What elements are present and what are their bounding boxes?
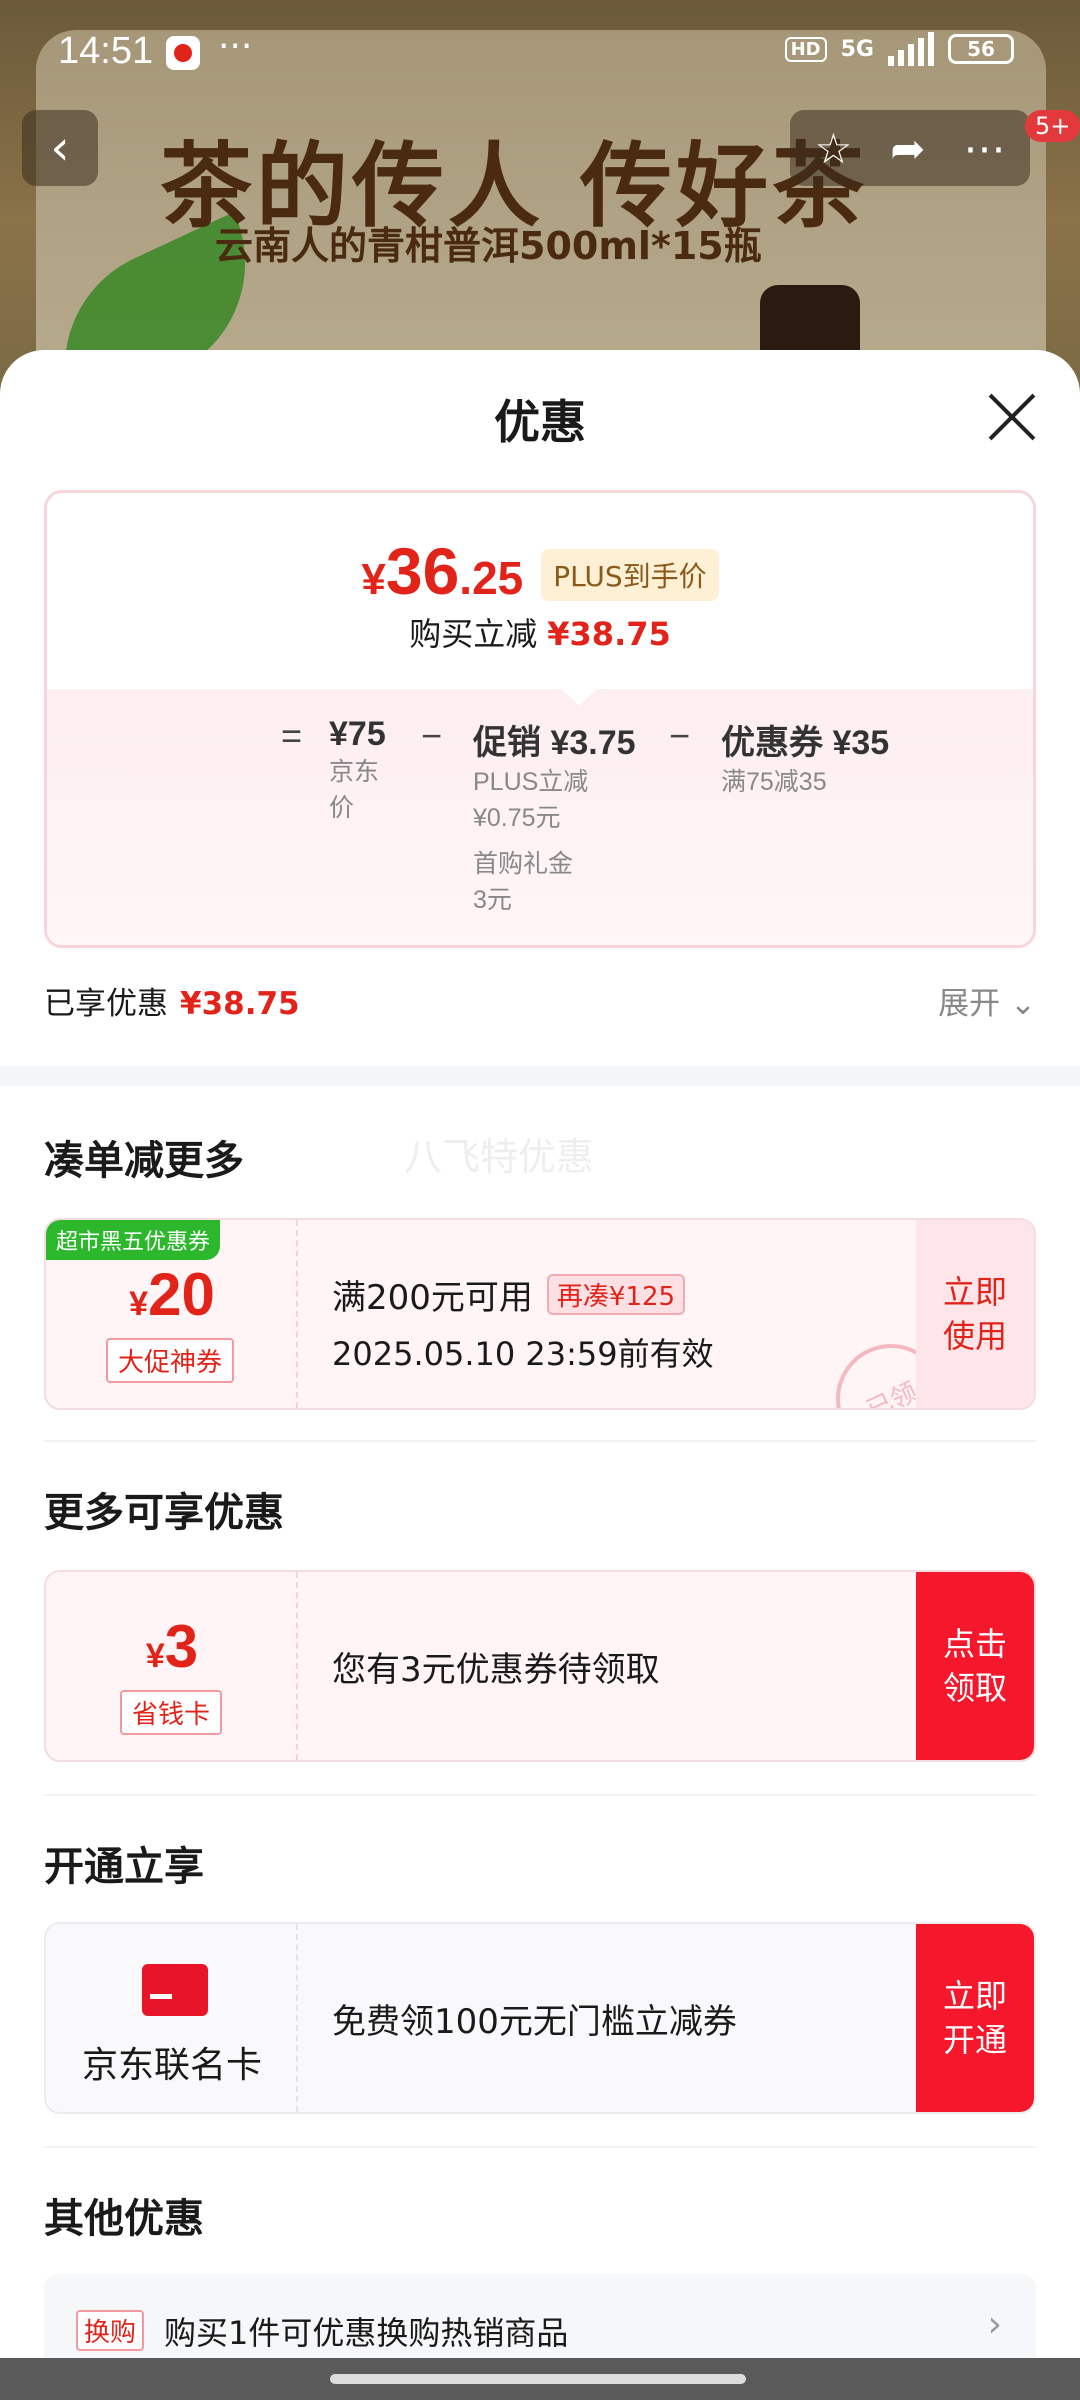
- jd-price-column: ¥75 京东 价: [329, 715, 386, 822]
- coupon-amount: ¥20: [129, 1261, 215, 1328]
- card-offer-text: 免费领100元无门槛立减券: [332, 2002, 737, 2042]
- sheet-title: 优惠: [494, 395, 586, 449]
- hd-icon: HD: [784, 36, 827, 62]
- enjoyed-discount: 已享优惠 ¥38.75: [44, 986, 300, 1022]
- add-more-tag: 再凑¥125: [546, 1274, 686, 1315]
- coupon-type-tag: 大促神券: [106, 1338, 235, 1383]
- exchange-tag: 换购: [76, 2310, 145, 2351]
- close-icon[interactable]: [986, 392, 1036, 442]
- final-price: ¥36.25: [361, 534, 524, 608]
- minus-sign: −: [669, 715, 691, 756]
- home-indicator-bar: [0, 2358, 1080, 2400]
- cobrand-card-offer[interactable]: 京东联名卡 免费领100元无门槛立减券 立即 开通: [44, 1922, 1036, 2114]
- instant-reduce: 购买立减 ¥38.75: [409, 615, 671, 653]
- favorite-star-icon[interactable]: ☆: [815, 124, 853, 173]
- status-time: 14:51: [58, 30, 154, 72]
- section-title-open: 开通立享: [44, 1844, 204, 1890]
- coupon-text: 您有3元优惠券待领取: [332, 1650, 660, 1690]
- coupon-column: 优惠券 ¥35 满75减35: [721, 724, 890, 796]
- app-notification-icon: [166, 36, 200, 70]
- exchange-text: 购买1件可优惠换购热销商品: [164, 2314, 569, 2352]
- network-label: 5G: [840, 36, 874, 62]
- coupon-amount: ¥3: [145, 1613, 199, 1680]
- more-menu-icon[interactable]: ⋯: [963, 124, 1005, 173]
- nav-actions: ☆ ➦ ⋯: [790, 110, 1030, 186]
- promo-column: 促销 ¥3.75 PLUS立减 ¥0.75元 首购礼金 3元: [473, 724, 636, 914]
- divider-line: [44, 2146, 1036, 2148]
- battery-icon: 56: [948, 34, 1014, 64]
- section-title-more: 更多可享优惠: [44, 1490, 284, 1536]
- back-button[interactable]: ‹: [22, 110, 98, 186]
- section-divider: [0, 1066, 1080, 1086]
- equals-sign: =: [281, 715, 303, 756]
- back-arrow-icon: ‹: [50, 120, 70, 176]
- coupon-type-tag: 省钱卡: [120, 1690, 223, 1735]
- divider-line: [44, 1794, 1036, 1796]
- section-title-other: 其他优惠: [44, 2196, 204, 2242]
- credit-card-icon: [142, 1964, 208, 2016]
- status-right: HD 5G 56: [784, 32, 1014, 66]
- divider-line: [44, 1440, 1036, 1442]
- use-now-button[interactable]: 立即 使用: [916, 1220, 1034, 1408]
- section-title-combine: 凑单减更多: [44, 1138, 244, 1184]
- coupon-card-20[interactable]: ¥20 大促神券 超市黑五优惠券 满200元可用 再凑¥125 2025.05.1…: [44, 1218, 1036, 1410]
- chevron-right-icon: ›: [987, 2304, 1002, 2345]
- message-badge: 5+: [1025, 110, 1080, 142]
- coupon-corner-label: 超市黑五优惠券: [46, 1220, 221, 1260]
- minus-sign: −: [421, 715, 443, 756]
- claim-button[interactable]: 点击 领取: [916, 1572, 1034, 1760]
- share-icon[interactable]: ➦: [890, 124, 925, 173]
- coupon-card-3[interactable]: ¥3 省钱卡 您有3元优惠券待领取 点击 领取: [44, 1570, 1036, 1762]
- open-card-button[interactable]: 立即 开通: [916, 1924, 1034, 2112]
- card-name: 京东联名卡: [81, 2045, 262, 2086]
- signal-icon: [888, 32, 934, 66]
- discount-sheet: 优惠 ¥36.25 PLUS到手价 购买立减 ¥38.75 = ¥75 京东 价 …: [0, 350, 1080, 2400]
- plus-price-tag: PLUS到手价: [541, 549, 719, 601]
- status-bar: 14:51 ··· HD 5G 56: [0, 0, 1080, 100]
- price-breakdown-card: ¥36.25 PLUS到手价 购买立减 ¥38.75 = ¥75 京东 价 − 促…: [44, 490, 1036, 948]
- expand-button[interactable]: 展开 ⌄: [938, 978, 1036, 1023]
- chevron-down-icon: ⌄: [1010, 986, 1036, 1022]
- banner-subtitle: 云南人的青柑普洱500ml*15瓶: [215, 224, 762, 268]
- watermark-text: 八飞特优惠: [404, 1135, 595, 1179]
- home-indicator[interactable]: [330, 2374, 746, 2384]
- coupon-details: 满200元可用 再凑¥125 2025.05.10 23:59前有效: [332, 1270, 714, 1375]
- more-notifications-icon: ···: [218, 26, 253, 67]
